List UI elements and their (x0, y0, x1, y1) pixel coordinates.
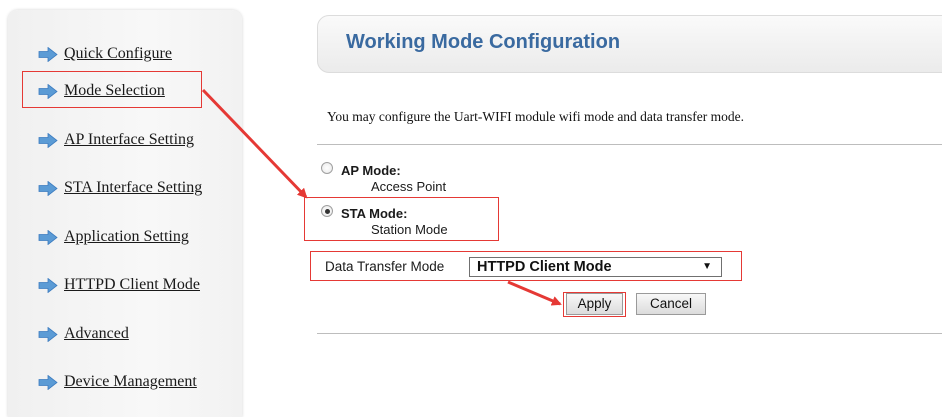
annotation-arrow (201, 88, 308, 199)
annotation-arrow (507, 280, 562, 306)
annotation-arrows (201, 88, 562, 306)
